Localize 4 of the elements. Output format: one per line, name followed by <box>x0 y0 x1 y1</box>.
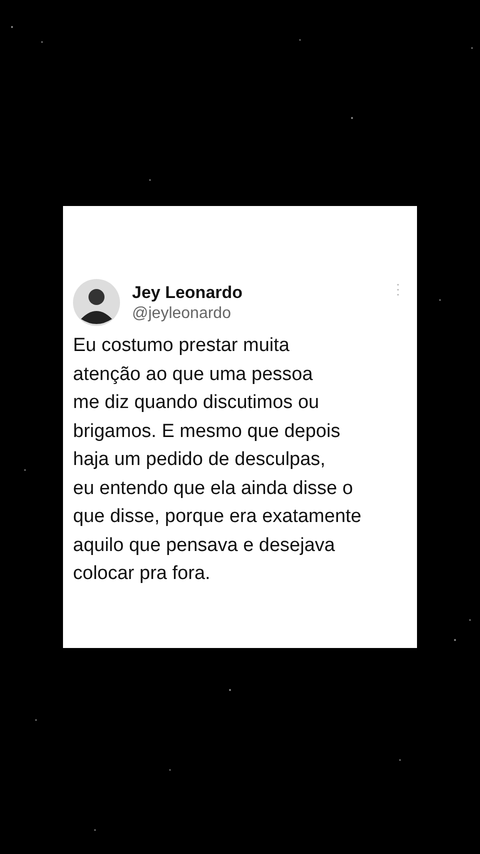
author-name[interactable]: Jey Leonardo <box>132 282 243 302</box>
avatar-icon <box>73 279 120 326</box>
post-text: Eu costumo prestar muita atenção ao que uma pessoa me diz quando discutimos ou brigamos. E mesmo que depois haja um pedido de desculpas, eu entendo que ela ainda disse o que disse, porque era exatamente aquilo que pensava e desejava colocar pra fora. <box>73 334 362 586</box>
author-handle[interactable]: @jeyleonardo <box>132 304 243 322</box>
